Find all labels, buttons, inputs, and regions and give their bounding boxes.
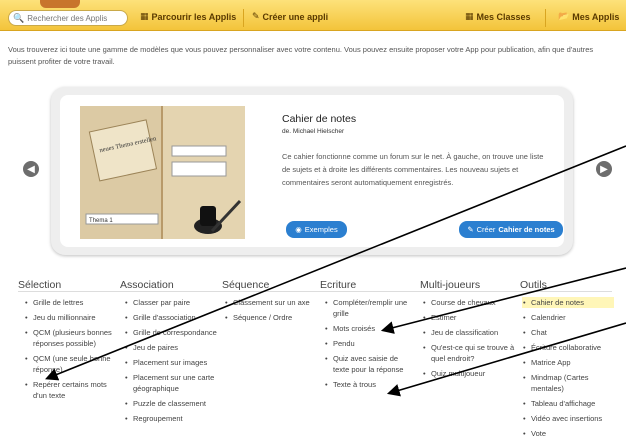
arrow-left-icon: ◀ xyxy=(27,163,35,175)
app-preview-image: neues Thema erstellen Thema 1 xyxy=(80,106,245,239)
create-app-template-button[interactable]: ✎ Créer Cahier de notes xyxy=(459,221,563,238)
app-link[interactable]: Qu'est-ce qui se trouve à quel endroit? xyxy=(422,342,516,364)
app-link[interactable]: Calendrier xyxy=(522,312,614,323)
category-list-tools: Cahier de notes Calendrier Chat Écriture… xyxy=(522,297,614,443)
edit-icon: ✎ xyxy=(252,11,260,21)
app-link[interactable]: Vidéo avec insertions xyxy=(522,413,614,424)
app-link[interactable]: Chat xyxy=(522,327,614,338)
app-author: de. Michael Hielscher xyxy=(282,128,345,135)
carousel-prev-button[interactable]: ◀ xyxy=(23,161,39,177)
logo-strip xyxy=(40,0,80,8)
app-link[interactable]: Grille de correspondance xyxy=(124,327,218,338)
nav-divider xyxy=(243,9,244,27)
app-link[interactable]: Compléter/remplir une grille xyxy=(324,297,416,319)
search-icon: 🔍 xyxy=(13,12,25,23)
app-link[interactable]: Grille de lettres xyxy=(24,297,118,308)
app-link[interactable]: Matrice App xyxy=(522,357,614,368)
app-link[interactable]: Regroupement xyxy=(124,413,218,424)
app-link[interactable]: Jeu de paires xyxy=(124,342,218,353)
arrow-right-icon: ▶ xyxy=(600,163,608,175)
app-link[interactable]: Repérer certains mots d'un texte xyxy=(24,379,118,401)
browse-apps-button[interactable]: ▦ Parcourir les Applis xyxy=(140,11,236,22)
app-link[interactable]: Séquence / Ordre xyxy=(224,312,314,323)
category-heading-selection: Sélection xyxy=(18,279,62,291)
app-link[interactable]: Jeu du millionnaire xyxy=(24,312,118,323)
featured-app-carousel: neues Thema erstellen Thema 1 Cahier de … xyxy=(51,87,573,255)
create-app-button[interactable]: ✎ Créer une appli xyxy=(252,11,328,22)
folder-icon: 📂 xyxy=(558,11,570,21)
app-link[interactable]: Pendu xyxy=(324,338,416,349)
category-list-writing: Compléter/remplir une grille Mots croisé… xyxy=(324,297,416,394)
category-divider xyxy=(18,291,612,292)
app-link[interactable]: Jeu de classification xyxy=(422,327,516,338)
app-link[interactable]: Estimer xyxy=(422,312,516,323)
category-heading-association: Association xyxy=(120,279,174,291)
featured-app-card: neues Thema erstellen Thema 1 Cahier de … xyxy=(60,95,564,247)
app-link[interactable]: Placement sur une carte géographique xyxy=(124,372,218,394)
category-list-selection: Grille de lettres Jeu du millionnaire QC… xyxy=(24,297,118,405)
grid-icon: ▦ xyxy=(140,11,149,21)
category-heading-writing: Ecriture xyxy=(320,279,357,291)
app-link[interactable]: Placement sur images xyxy=(124,357,218,368)
preview-input-value: Thema 1 xyxy=(89,218,113,224)
my-apps-button[interactable]: 📂 Mes Applis xyxy=(558,11,619,22)
app-link[interactable]: Course de chevaux xyxy=(422,297,516,308)
nav-divider xyxy=(545,9,546,27)
app-link[interactable]: Mots croisés xyxy=(324,323,416,334)
app-link[interactable]: Grille d'association xyxy=(124,312,218,323)
app-link-selected[interactable]: Cahier de notes xyxy=(522,297,614,308)
app-link[interactable]: Mindmap (Cartes mentales) xyxy=(522,372,614,394)
carousel-next-button[interactable]: ▶ xyxy=(596,161,612,177)
examples-button[interactable]: ◉ Exemples xyxy=(286,221,347,238)
preview-illustration: neues Thema erstellen Thema 1 xyxy=(80,106,245,239)
app-link[interactable]: QCM (une seule bonne réponse) xyxy=(24,353,118,375)
table-icon: ▦ xyxy=(465,11,474,21)
category-heading-multiplayer: Multi-joueurs xyxy=(420,279,481,291)
intro-text: Vous trouverez ici toute une gamme de mo… xyxy=(8,45,594,66)
category-list-association: Classer par paire Grille d'association G… xyxy=(124,297,218,428)
search-input[interactable] xyxy=(27,13,118,23)
category-list-sequence: Classement sur un axe Séquence / Ordre xyxy=(224,297,314,327)
app-link[interactable]: Classement sur un axe xyxy=(224,297,314,308)
app-link[interactable]: Classer par paire xyxy=(124,297,218,308)
app-link[interactable]: Vote xyxy=(522,428,614,439)
app-link[interactable]: Texte à trous xyxy=(324,379,416,390)
top-navigation-bar: 🔍 ▦ Parcourir les Applis ✎ Créer une app… xyxy=(0,0,626,31)
app-description: Ce cahier fonctionne comme un forum sur … xyxy=(282,152,544,187)
app-link[interactable]: Écriture collaborative xyxy=(522,342,614,353)
edit-icon: ✎ xyxy=(467,225,474,234)
category-heading-tools: Outils xyxy=(520,279,547,291)
eye-icon: ◉ xyxy=(295,225,302,234)
app-link[interactable]: Tableau d'affichage xyxy=(522,398,614,409)
category-list-multiplayer: Course de chevaux Estimer Jeu de classif… xyxy=(422,297,516,383)
app-link[interactable]: Puzzle de classement xyxy=(124,398,218,409)
search-box[interactable]: 🔍 xyxy=(8,10,128,26)
app-link[interactable]: Quiz multijoueur xyxy=(422,368,516,379)
app-link[interactable]: Quiz avec saisie de texte pour la répons… xyxy=(324,353,416,375)
category-heading-sequence: Séquence xyxy=(222,279,270,291)
app-title: Cahier de notes xyxy=(282,113,357,125)
app-link[interactable]: QCM (plusieurs bonnes réponses possible) xyxy=(24,327,118,349)
my-classes-button[interactable]: ▦ Mes Classes xyxy=(465,11,531,22)
